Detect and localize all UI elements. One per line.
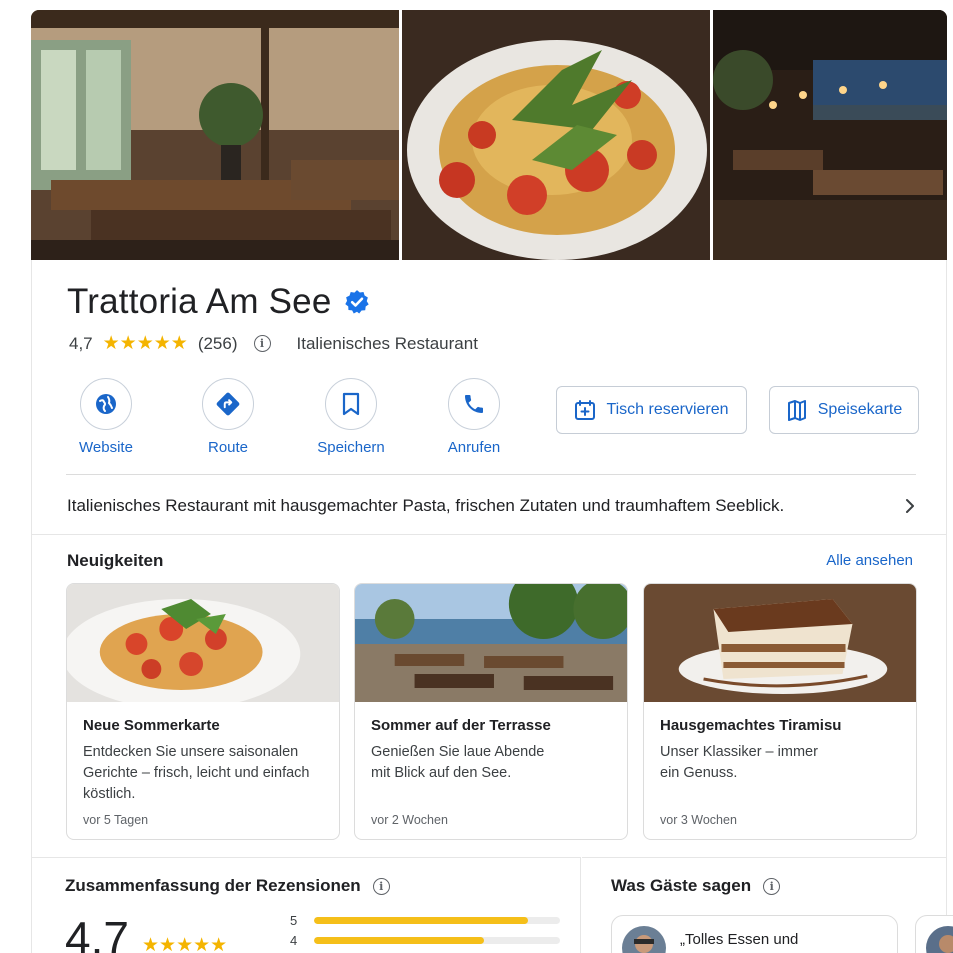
rating-row: 4,7 ★★★★★ (256) i Italienisches Restaura…	[69, 332, 478, 355]
website-label: Website	[79, 439, 133, 456]
globe-icon	[96, 394, 116, 414]
description-text: Italienisches Restaurant mit hausgemacht…	[67, 496, 785, 515]
review-summary-heading: Zusammenfassung der Rezensionen	[65, 876, 361, 895]
phone-icon	[465, 395, 483, 413]
rating-bar-row[interactable]: 4	[290, 930, 560, 950]
menu-book-icon	[787, 400, 806, 421]
news-image-tiramisu	[644, 584, 916, 702]
review-summary-section: Zusammenfassung der Rezensionen i 4.7 ★★…	[31, 857, 581, 953]
news-title: Hausgemachtes Tiramisu	[660, 717, 842, 734]
photo-interior[interactable]	[31, 10, 399, 260]
reserve-table-label: Tisch reservieren	[606, 401, 729, 418]
review-count[interactable]: (256)	[198, 334, 238, 354]
verified-badge-icon	[344, 290, 369, 314]
news-time: vor 5 Tagen	[83, 813, 149, 827]
bookmark-icon	[342, 392, 360, 416]
place-name: Trattoria Am See	[67, 282, 332, 321]
review-quote: „Tolles Essen und	[680, 931, 799, 948]
guest-reviews-heading-row: Was Gäste sagen i	[611, 876, 781, 896]
info-icon[interactable]: i	[763, 877, 781, 895]
overall-rating: 4.7	[65, 912, 129, 953]
rating-bar-row[interactable]: 5	[290, 910, 560, 930]
avatar	[622, 926, 666, 953]
info-icon[interactable]: i	[253, 335, 271, 352]
news-image-terrace	[355, 584, 627, 702]
news-text: Entdecken Sie unsere saisonalen Gerichte…	[83, 744, 310, 802]
photo-pasta-dish[interactable]	[402, 10, 710, 260]
review-card[interactable]: „Tolles Essen und	[611, 915, 898, 953]
rating-bar-label: 5	[290, 912, 298, 928]
directions-icon	[216, 392, 240, 416]
divider	[66, 474, 916, 475]
call-button[interactable]: Anrufen	[424, 378, 524, 456]
save-button[interactable]: Speichern	[301, 378, 401, 456]
route-button[interactable]: Route	[178, 378, 278, 456]
overall-stars: ★★★★★	[142, 935, 228, 953]
see-all-link[interactable]: Alle ansehen	[826, 552, 913, 569]
rating-value: 4,7	[69, 333, 93, 353]
news-section: Neuigkeiten Alle ansehen Neue Sommerkart…	[31, 535, 947, 857]
calendar-add-icon	[575, 400, 596, 420]
photo-gallery[interactable]	[31, 10, 947, 260]
description-row[interactable]: Italienisches Restaurant mit hausgemacht…	[67, 496, 916, 516]
website-button[interactable]: Website	[56, 378, 156, 456]
news-text: Genießen Sie laue Abende mit Blick auf d…	[371, 744, 545, 781]
guest-reviews-section: Was Gäste sagen i „Tolles Essen und	[582, 857, 953, 953]
news-text: Unser Klassiker – immer ein Genuss.	[660, 744, 818, 781]
save-label: Speichern	[317, 439, 385, 456]
action-bar: Website Route Speichern Anrufen Tisch re…	[32, 378, 948, 468]
news-title: Sommer auf der Terrasse	[371, 717, 551, 734]
news-heading: Neuigkeiten	[67, 551, 164, 570]
rating-bar-fill	[314, 916, 529, 924]
chevron-right-icon	[906, 499, 914, 513]
news-title: Neue Sommerkarte	[83, 717, 220, 734]
call-label: Anrufen	[447, 439, 501, 456]
news-time: vor 3 Wochen	[660, 813, 737, 827]
news-card[interactable]: Sommer auf der Terrasse Genießen Sie lau…	[354, 583, 628, 840]
rating-bar-label: 4	[290, 932, 298, 948]
rating-distribution: 5 4 3	[290, 910, 560, 953]
review-summary-heading-row: Zusammenfassung der Rezensionen i	[65, 876, 390, 896]
news-image-pasta	[67, 584, 339, 702]
place-info-card: Trattoria Am See 4,7 ★★★★★ (256) i Itali…	[31, 260, 947, 535]
menu-label: Speisekarte	[817, 401, 903, 418]
rating-bar-fill	[314, 936, 484, 944]
news-card[interactable]: Neue Sommerkarte Entdecken Sie unsere sa…	[66, 583, 340, 840]
info-icon[interactable]: i	[372, 877, 390, 895]
category[interactable]: Italienisches Restaurant	[297, 334, 478, 354]
review-card[interactable]	[915, 915, 953, 953]
news-card[interactable]: Hausgemachtes Tiramisu Unser Klassiker –…	[643, 583, 917, 840]
menu-button[interactable]: Speisekarte	[769, 386, 919, 434]
rating-stars: ★★★★★	[102, 333, 188, 354]
news-time: vor 2 Wochen	[371, 813, 448, 827]
route-label: Route	[207, 439, 249, 456]
reserve-table-button[interactable]: Tisch reservieren	[556, 386, 747, 434]
avatar	[926, 926, 953, 953]
title-row: Trattoria Am See	[67, 282, 370, 322]
photo-terrace-night[interactable]	[713, 10, 947, 260]
guest-reviews-heading: Was Gäste sagen	[611, 876, 752, 895]
